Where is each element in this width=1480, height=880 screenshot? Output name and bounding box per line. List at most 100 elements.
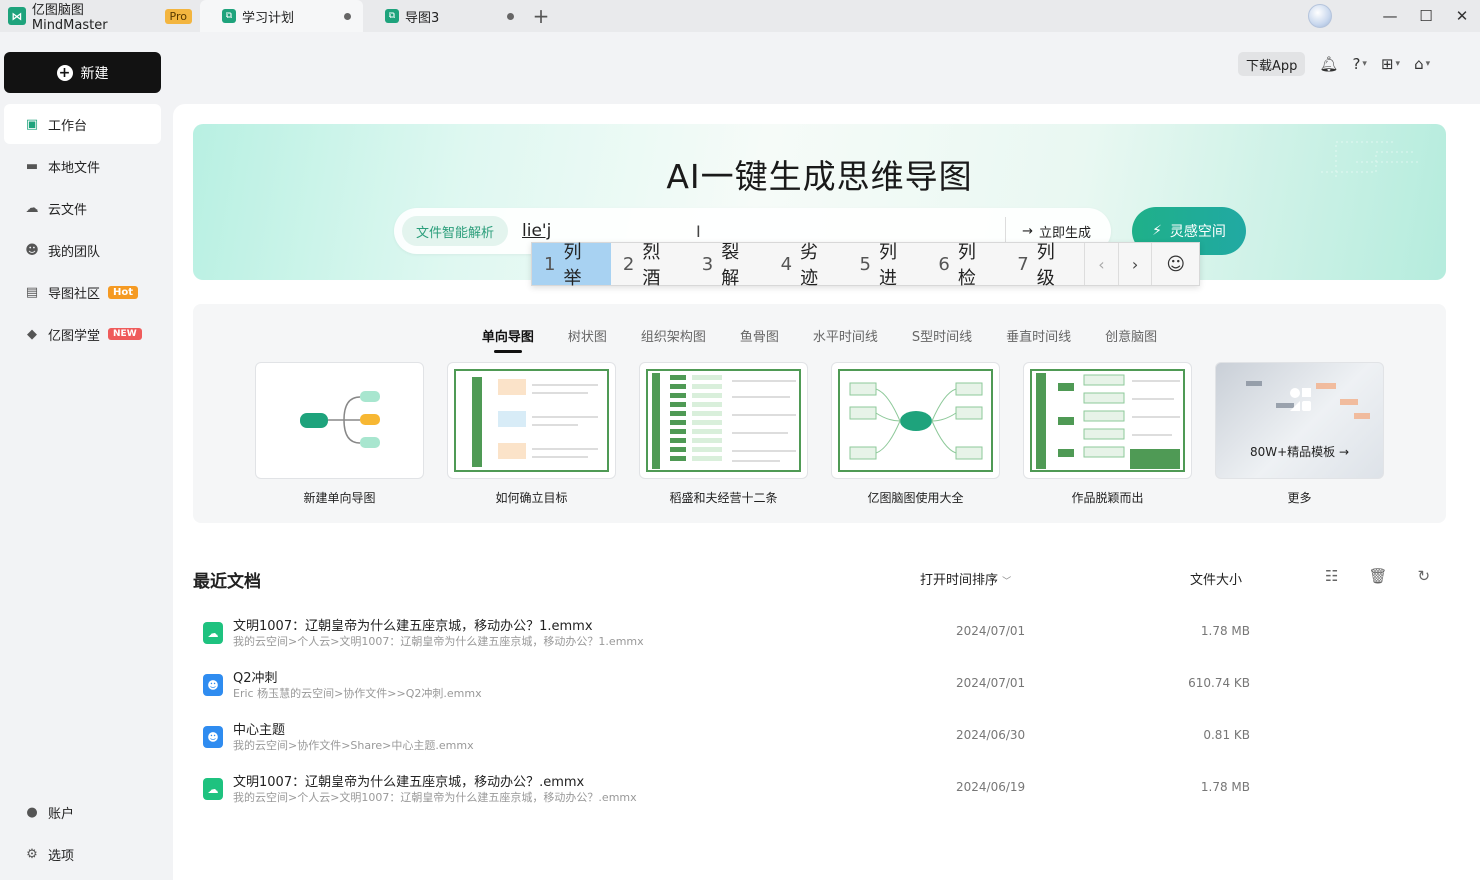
download-app-button[interactable]: 下载App: [1238, 52, 1306, 76]
community-icon: ▤: [25, 284, 39, 300]
close-icon[interactable]: ✕: [1444, 0, 1480, 32]
chevron-down-icon: ▾: [1425, 59, 1431, 69]
usage-guide-preview-icon: [849, 382, 983, 460]
template-card-inamori[interactable]: 稻盛和夫经营十二条: [639, 362, 808, 506]
ime-candidate-text: 裂解: [721, 242, 740, 289]
minimize-icon[interactable]: —: [1372, 0, 1408, 32]
tab-creative[interactable]: 创意脑图: [1105, 326, 1157, 353]
file-parse-button[interactable]: 文件智能解析: [402, 216, 509, 246]
academy-icon: ◆: [27, 326, 37, 342]
list-view-icon[interactable]: ☷: [1325, 567, 1338, 585]
team-icon: ☻: [25, 242, 39, 258]
template-thumbnail: 80W+精品模板 →: [1215, 362, 1384, 479]
refresh-icon[interactable]: ↻: [1418, 567, 1431, 585]
sidebar-item-my-team[interactable]: ☻ 我的团队: [4, 230, 161, 270]
maximize-icon[interactable]: ☐: [1408, 0, 1444, 32]
ime-candidate[interactable]: 2 烈酒: [611, 242, 690, 289]
template-card-new[interactable]: 新建单向导图: [255, 362, 424, 506]
template-card-guide[interactable]: 亿图脑图使用大全: [831, 362, 1000, 506]
sidebar-item-label: 选项: [48, 848, 75, 864]
new-tab-plus-icon[interactable]: +: [526, 0, 556, 32]
doc-name: 文明1007：辽朝皇帝为什么建五座京城，移动办公？.emmx: [233, 775, 585, 790]
sidebar-item-academy[interactable]: ◆ 亿图学堂 NEW: [4, 314, 161, 354]
more-templates-label: 80W+精品模板 →: [1216, 443, 1383, 460]
doc-name: 中心主题: [233, 723, 286, 738]
tab-tree[interactable]: 树状图: [568, 326, 607, 353]
user-avatar[interactable]: [1308, 4, 1332, 28]
new-button-label: 新建: [80, 65, 109, 82]
chevron-down-icon: ▾: [1362, 59, 1367, 69]
template-thumbnail: [255, 362, 424, 479]
trash-icon[interactable]: 🗑︎: [1368, 567, 1387, 585]
file-size-header[interactable]: 文件大小: [1190, 569, 1242, 588]
tab-mindmap3[interactable]: ⧉ 导图3: [363, 0, 526, 32]
table-row[interactable]: ☻ Q2冲刺 Eric 杨玉慧的云空间>协作文件>>Q2冲刺.emmx 2024…: [193, 664, 1446, 716]
ime-candidate-text: 劣迹: [800, 242, 819, 289]
sort-dropdown[interactable]: 打开时间排序 ﹀: [920, 569, 1011, 588]
tab-study-plan[interactable]: ⧉ 学习计划: [200, 0, 363, 32]
unsaved-dot-icon[interactable]: [344, 12, 351, 20]
ai-title: AI一键生成思维导图: [666, 157, 973, 196]
chevron-left-icon[interactable]: ‹: [1084, 243, 1118, 285]
tab-s-timeline[interactable]: S型时间线: [912, 326, 972, 353]
sidebar-item-account[interactable]: ● 账户: [4, 792, 161, 832]
tab-horizontal-timeline[interactable]: 水平时间线: [813, 326, 878, 353]
new-button[interactable]: + 新建: [4, 52, 161, 93]
ime-candidate-number: 4: [780, 253, 793, 275]
goal-map-preview-icon: [472, 377, 598, 467]
template-thumbnail: [447, 362, 616, 479]
tab-label: 学习计划: [242, 10, 295, 26]
template-card-label: 新建单向导图: [303, 491, 376, 505]
tab-org-chart[interactable]: 组织架构图: [641, 326, 706, 353]
theme-shirt-icon[interactable]: ⌂ ▾: [1414, 55, 1430, 73]
tab-vertical-timeline[interactable]: 垂直时间线: [1006, 326, 1071, 353]
doc-path: 我的云空间>个人云>文明1007：辽朝皇帝为什么建五座京城，移动办公？1.emm…: [233, 635, 644, 648]
emoji-icon[interactable]: ☺: [1151, 243, 1199, 285]
ime-candidate[interactable]: 3 裂解: [690, 242, 769, 289]
doc-path: 我的云空间>协作文件>Share>中心主题.emmx: [233, 739, 474, 752]
template-card-label: 亿图脑图使用大全: [867, 491, 964, 505]
single-direction-map-icon: [300, 391, 380, 448]
sidebar-item-label: 亿图学堂: [48, 328, 101, 344]
template-card-goal[interactable]: 如何确立目标: [447, 362, 616, 506]
lightning-icon: ⚡︎: [1152, 223, 1162, 239]
twelve-rules-preview-icon: [652, 373, 796, 469]
sidebar-item-local-files[interactable]: ▬ 本地文件: [4, 146, 161, 186]
table-row[interactable]: ☁ 文明1007：辽朝皇帝为什么建五座京城，移动办公？.emmx 我的云空间>个…: [193, 768, 1446, 820]
template-card-stand-out[interactable]: 作品脱颖而出: [1023, 362, 1192, 506]
template-card-more[interactable]: 80W+精品模板 → 更多: [1215, 362, 1384, 506]
sidebar-item-community[interactable]: ▤ 导图社区 Hot: [4, 272, 161, 312]
bell-icon[interactable]: 🔔︎: [1319, 55, 1338, 73]
ime-candidate-text: 列检: [957, 242, 976, 289]
doc-date: 2024/07/01: [956, 624, 1026, 638]
unsaved-dot-icon[interactable]: [507, 12, 514, 20]
ime-candidate-text: 列进: [878, 242, 897, 289]
sidebar-item-cloud-files[interactable]: ☁ 云文件: [4, 188, 161, 228]
team-file-icon: ☻: [203, 674, 223, 696]
ime-candidate[interactable]: 7 列级: [1005, 242, 1084, 289]
ime-candidate-number: 7: [1017, 253, 1029, 275]
app-home-tab[interactable]: ⋈ 亿图脑图MindMaster Pro: [0, 0, 200, 33]
ime-candidate[interactable]: 5 列进: [848, 242, 927, 289]
sidebar-item-workbench[interactable]: ▣ 工作台: [4, 104, 161, 144]
table-row[interactable]: ☁ 文明1007：辽朝皇帝为什么建五座京城，移动办公？1.emmx 我的云空间>…: [193, 612, 1446, 664]
ime-candidate[interactable]: 6 列检: [926, 242, 1005, 289]
sidebar-item-label: 我的团队: [48, 244, 101, 260]
apps-grid-icon[interactable]: ⊞ ▾: [1381, 55, 1400, 73]
tab-fishbone[interactable]: 鱼骨图: [740, 326, 779, 353]
template-cards: 新建单向导图 如何确立目标 稻盛和夫经营十二条 亿图脑图使用大全 作品脱颖而出 …: [255, 362, 1384, 506]
ime-candidate[interactable]: 1 列举: [532, 242, 611, 289]
workbench-icon: ▣: [25, 116, 39, 132]
tab-single-direction[interactable]: 单向导图: [482, 326, 534, 353]
pro-badge: Pro: [164, 8, 192, 24]
sidebar-item-label: 账户: [48, 806, 75, 822]
ime-candidate[interactable]: 4 劣迹: [769, 242, 848, 289]
sidebar-item-options[interactable]: ⚙ 选项: [4, 834, 161, 874]
table-row[interactable]: ☻ 中心主题 我的云空间>协作文件>Share>中心主题.emmx 2024/0…: [193, 716, 1446, 768]
help-icon[interactable]: ? ▾: [1352, 55, 1367, 73]
folder-icon: ▬: [25, 158, 39, 174]
ime-candidate-text: 列级: [1036, 242, 1055, 289]
doc-date: 2024/07/01: [956, 676, 1026, 690]
new-badge: NEW: [108, 328, 142, 340]
chevron-right-icon[interactable]: ›: [1117, 243, 1152, 285]
